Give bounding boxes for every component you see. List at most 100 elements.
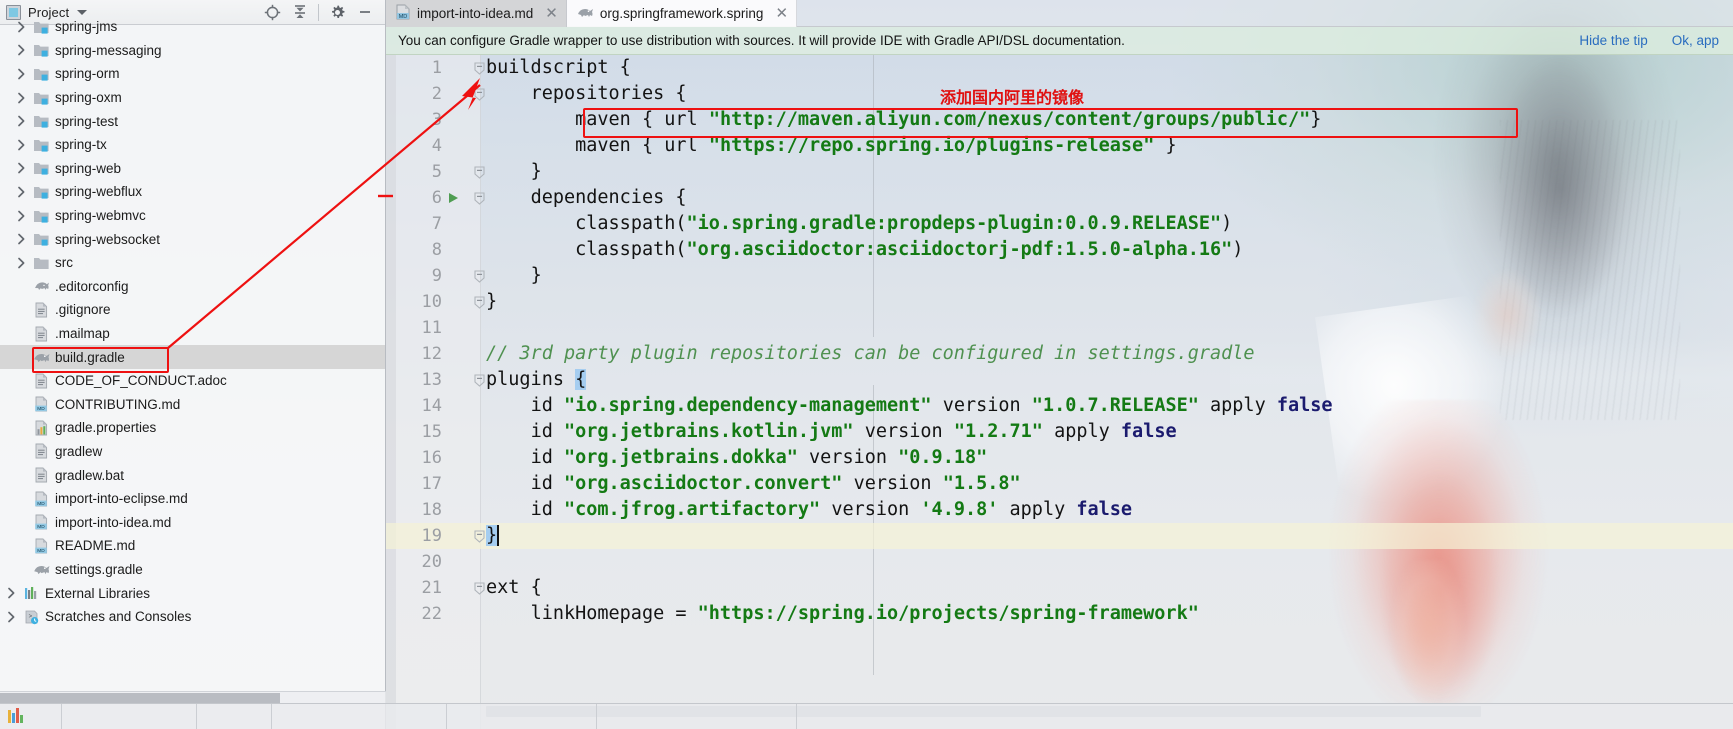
chevron-right-icon[interactable] bbox=[12, 68, 31, 80]
chevron-right-icon[interactable] bbox=[12, 162, 31, 174]
chevron-right-icon[interactable] bbox=[12, 139, 31, 151]
code-line[interactable]: 6 dependencies { bbox=[386, 185, 1733, 211]
tree-item-spring-messaging[interactable]: spring-messaging bbox=[0, 39, 385, 63]
line-number: 14 bbox=[421, 396, 442, 416]
code-line[interactable]: 17 id "org.asciidoctor.convert" version … bbox=[386, 471, 1733, 497]
code-line[interactable]: 14 id "io.spring.dependency-management" … bbox=[386, 393, 1733, 419]
notification-message: You can configure Gradle wrapper to use … bbox=[398, 33, 1125, 48]
code-line[interactable]: 11 bbox=[386, 315, 1733, 341]
code-line[interactable]: 15 id "org.jetbrains.kotlin.jvm" version… bbox=[386, 419, 1733, 445]
fold-marker-icon[interactable] bbox=[472, 372, 486, 388]
tree-item-mailmap[interactable]: .mailmap bbox=[0, 322, 385, 346]
idea-window: 1 buildscript {2 repositories {3 maven { … bbox=[0, 0, 1733, 729]
ok-apply-link[interactable]: Ok, app bbox=[1672, 33, 1719, 48]
tree-item-scratches-and-consoles[interactable]: > Scratches and Consoles bbox=[0, 605, 385, 629]
tree-item-gradle-properties[interactable]: gradle.properties bbox=[0, 416, 385, 440]
tree-item-spring-test[interactable]: spring-test bbox=[0, 109, 385, 133]
chevron-right-icon[interactable] bbox=[12, 257, 31, 269]
tree-item-gradlew-bat[interactable]: gradlew.bat bbox=[0, 463, 385, 487]
tree-item-gitignore[interactable]: .gitignore bbox=[0, 298, 385, 322]
tab-org-springframework-spring[interactable]: org.springframework.spring ✕ bbox=[566, 0, 798, 27]
code-line[interactable]: 22 linkHomepage = "https://spring.io/pro… bbox=[386, 601, 1733, 627]
tree-item-label: settings.gradle bbox=[55, 561, 143, 577]
code-line[interactable]: 12 // 3rd party plugin repositories can b… bbox=[386, 341, 1733, 367]
code-line[interactable]: 13 plugins { bbox=[386, 367, 1733, 393]
tree-item-contributing-md[interactable]: MD CONTRIBUTING.md bbox=[0, 393, 385, 417]
taskbar-app-icon[interactable] bbox=[6, 706, 32, 728]
tree-item-spring-web[interactable]: spring-web bbox=[0, 157, 385, 181]
fold-marker-icon[interactable] bbox=[472, 294, 486, 310]
chevron-right-icon[interactable] bbox=[12, 92, 31, 104]
chevron-right-icon[interactable] bbox=[12, 186, 31, 198]
code-text: } bbox=[530, 161, 542, 182]
tree-item-spring-webmvc[interactable]: spring-webmvc bbox=[0, 204, 385, 228]
code-line[interactable]: 9 } bbox=[386, 263, 1733, 289]
editor-tab-bar[interactable]: MD import-into-idea.md ✕ org.springframe… bbox=[386, 0, 1733, 27]
tree-item-label: CODE_OF_CONDUCT.adoc bbox=[55, 373, 227, 389]
fold-marker-icon[interactable] bbox=[472, 60, 486, 76]
chevron-right-icon[interactable] bbox=[2, 611, 21, 623]
chevron-right-icon[interactable] bbox=[2, 587, 21, 599]
project-pane-scrollbar-thumb[interactable] bbox=[0, 693, 280, 703]
chevron-right-icon[interactable] bbox=[12, 21, 31, 33]
tree-item-spring-websocket[interactable]: spring-websocket bbox=[0, 227, 385, 251]
code-line[interactable]: 8 classpath("org.asciidoctor:asciidoctor… bbox=[386, 237, 1733, 263]
tree-item-spring-jms[interactable]: spring-jms bbox=[0, 15, 385, 39]
status-bar[interactable] bbox=[0, 703, 1733, 729]
chevron-right-icon[interactable] bbox=[12, 210, 31, 222]
code-line[interactable]: 19} bbox=[386, 523, 1733, 549]
chevron-down-icon[interactable] bbox=[77, 9, 88, 15]
code-line[interactable]: 21 ext { bbox=[386, 575, 1733, 601]
chevron-right-icon[interactable] bbox=[12, 44, 31, 56]
fold-marker-icon[interactable] bbox=[472, 164, 486, 180]
fold-marker-icon[interactable] bbox=[472, 268, 486, 284]
code-line[interactable]: 7 classpath("io.spring.gradle:propdeps-p… bbox=[386, 211, 1733, 237]
editor-lines[interactable]: 1 buildscript {2 repositories {3 maven { … bbox=[386, 55, 1733, 729]
tree-item-spring-tx[interactable]: spring-tx bbox=[0, 133, 385, 157]
code-line[interactable]: 4 maven { url "https://repo.spring.io/pl… bbox=[386, 133, 1733, 159]
code-line[interactable]: 16 id "org.jetbrains.dokka" version "0.9… bbox=[386, 445, 1733, 471]
tab-import-into-idea[interactable]: MD import-into-idea.md ✕ bbox=[386, 0, 567, 27]
tree-item-import-into-eclipse-md[interactable]: MD import-into-eclipse.md bbox=[0, 487, 385, 511]
fold-marker-icon[interactable] bbox=[472, 528, 486, 544]
project-tree[interactable]: spring-jms spring-messaging spring-orm spri… bbox=[0, 15, 385, 729]
tree-item-readme-md[interactable]: MD README.md bbox=[0, 534, 385, 558]
code-line[interactable]: 20 bbox=[386, 549, 1733, 575]
tree-item-settings-gradle[interactable]: settings.gradle bbox=[0, 558, 385, 582]
tree-item-spring-webflux[interactable]: spring-webflux bbox=[0, 180, 385, 204]
tree-item-editorconfig[interactable]: .editorconfig bbox=[0, 275, 385, 299]
chevron-right-icon[interactable] bbox=[12, 115, 31, 127]
chevron-right-icon[interactable] bbox=[12, 233, 31, 245]
hide-the-tip-link[interactable]: Hide the tip bbox=[1579, 33, 1647, 48]
editorconfig-icon bbox=[31, 278, 52, 294]
tree-item-import-into-idea-md[interactable]: MD import-into-idea.md bbox=[0, 510, 385, 534]
code-line[interactable]: 5 } bbox=[386, 159, 1733, 185]
fold-marker-icon[interactable] bbox=[472, 580, 486, 596]
line-number: 6 bbox=[431, 188, 442, 208]
tree-item-src[interactable]: src bbox=[0, 251, 385, 275]
code-line[interactable]: 10} bbox=[386, 289, 1733, 315]
code-editor[interactable]: 1 buildscript {2 repositories {3 maven { … bbox=[386, 55, 1733, 729]
tree-item-spring-oxm[interactable]: spring-oxm bbox=[0, 86, 385, 110]
tree-item-label: CONTRIBUTING.md bbox=[55, 396, 181, 412]
tree-item-label: spring-tx bbox=[55, 137, 107, 153]
code-line[interactable]: 1 buildscript { bbox=[386, 55, 1733, 81]
run-gutter-icon[interactable] bbox=[446, 191, 460, 205]
code-line[interactable]: 18 id "com.jfrog.artifactory" version '4… bbox=[386, 497, 1733, 523]
code-text: repositories { bbox=[530, 83, 687, 104]
fold-marker-icon[interactable] bbox=[472, 190, 486, 206]
tree-item-build-gradle[interactable]: build.gradle bbox=[0, 345, 385, 369]
code-line[interactable]: 3 maven { url "http://maven.aliyun.com/n… bbox=[386, 107, 1733, 133]
tree-item-label: spring-test bbox=[55, 113, 119, 129]
tree-item-code-of-conduct-adoc[interactable]: CODE_OF_CONDUCT.adoc bbox=[0, 369, 385, 393]
close-icon[interactable]: ✕ bbox=[775, 6, 788, 21]
tree-item-spring-orm[interactable]: spring-orm bbox=[0, 62, 385, 86]
text-file-icon bbox=[31, 467, 52, 483]
tree-item-external-libraries[interactable]: External Libraries bbox=[0, 581, 385, 605]
line-number: 17 bbox=[421, 474, 442, 494]
close-icon[interactable]: ✕ bbox=[545, 6, 558, 21]
tree-item-gradlew[interactable]: gradlew bbox=[0, 440, 385, 464]
project-tool-window[interactable]: Project spring-jms spring-messaging spri… bbox=[0, 0, 386, 729]
fold-marker-icon[interactable] bbox=[472, 86, 486, 102]
project-pane-scrollbar-track[interactable] bbox=[0, 691, 386, 703]
